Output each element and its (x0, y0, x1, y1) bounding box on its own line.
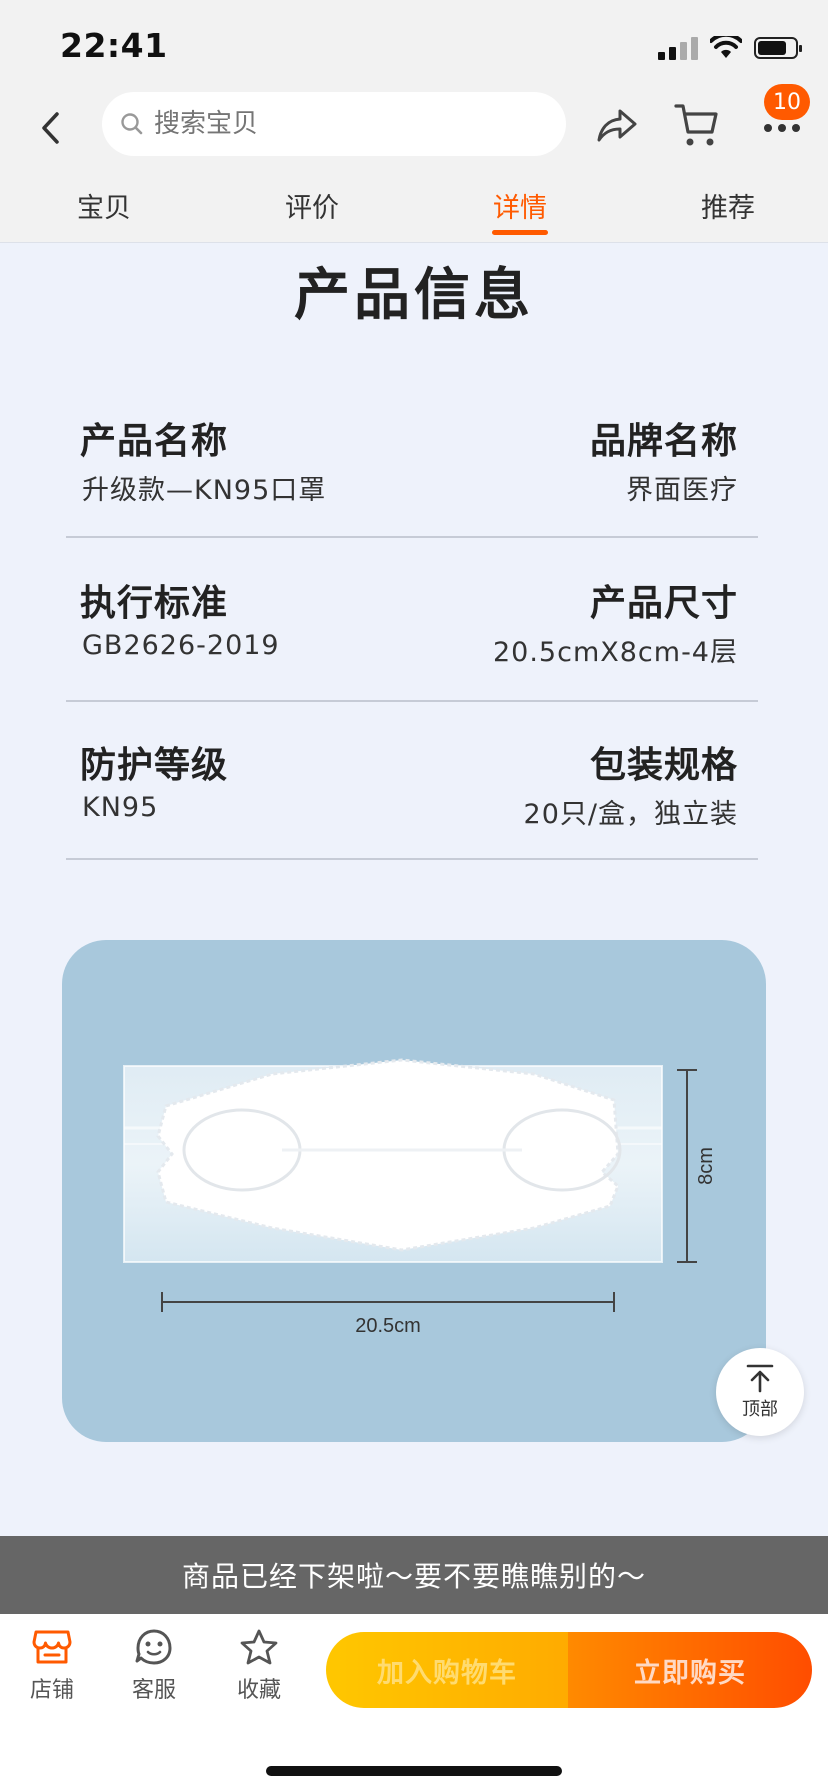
add-to-cart-button[interactable]: 加入购物车 (326, 1632, 568, 1708)
shop-label: 店铺 (29, 1678, 74, 1703)
spec-value: KN95 (82, 792, 159, 823)
product-image: 8cm 20.5cm (62, 940, 766, 1442)
spec-value: 升级款—KN95口罩 (82, 475, 327, 506)
back-to-top-label: 顶部 (742, 1399, 778, 1420)
home-indicator (266, 1766, 562, 1776)
spec-value: 20.5cmX8cm-4层 (492, 637, 738, 668)
height-label: 8cm (695, 1147, 717, 1185)
search-input[interactable] (154, 109, 534, 139)
shop-button[interactable]: 店铺 (12, 1628, 92, 1704)
spec-label: 产品尺寸 (589, 583, 738, 624)
star-icon (240, 1629, 278, 1665)
spec-label: 防护等级 (80, 745, 229, 786)
more-icon (764, 124, 772, 132)
tab-details[interactable]: 详情 (493, 186, 547, 225)
battery-icon (754, 37, 802, 59)
cart-badge: 10 (764, 84, 810, 120)
tab-item[interactable]: 宝贝 (77, 186, 131, 225)
section-title: 产品信息 (294, 263, 534, 328)
customer-service-button[interactable]: 客服 (114, 1628, 194, 1704)
buy-now-button[interactable]: 立即购买 (568, 1632, 812, 1708)
active-tab-indicator (492, 230, 548, 235)
customer-service-label: 客服 (131, 1678, 176, 1703)
divider (66, 536, 758, 538)
divider (66, 858, 758, 860)
customer-service-icon (135, 1629, 172, 1665)
tab-bar: 宝贝 评价 详情 推荐 (0, 186, 828, 238)
search-bar[interactable] (102, 92, 566, 156)
spec-label: 产品名称 (80, 421, 229, 462)
share-icon[interactable] (594, 102, 640, 148)
spec-value: 20只/盒，独立装 (523, 799, 738, 830)
back-to-top-button[interactable]: 顶部 (716, 1348, 804, 1436)
status-time: 22:41 (60, 26, 168, 65)
favorite-label: 收藏 (236, 1678, 281, 1703)
divider (66, 700, 758, 702)
width-label: 20.5cm (355, 1315, 421, 1337)
signal-icon (658, 36, 698, 60)
tab-recommend[interactable]: 推荐 (701, 186, 755, 225)
mask-illustration: 8cm 20.5cm (123, 1058, 717, 1337)
status-icons (658, 36, 802, 60)
shop-icon (32, 1630, 72, 1664)
search-icon (121, 113, 143, 135)
favorite-button[interactable]: 收藏 (219, 1628, 299, 1704)
spec-label: 执行标准 (80, 583, 229, 624)
cart-icon[interactable] (674, 98, 720, 150)
delisted-notice: 商品已经下架啦～要不要瞧瞧别的～ (0, 1536, 828, 1614)
spec-value: GB2626-2019 (82, 630, 280, 661)
arrow-up-icon (746, 1364, 774, 1393)
chevron-left-icon (42, 112, 59, 144)
spec-label: 品牌名称 (589, 421, 738, 462)
tab-reviews[interactable]: 评价 (285, 186, 339, 225)
wifi-icon (710, 36, 742, 58)
back-button[interactable] (28, 100, 74, 156)
spec-value: 界面医疗 (626, 475, 738, 506)
spec-label: 包装规格 (589, 745, 738, 786)
